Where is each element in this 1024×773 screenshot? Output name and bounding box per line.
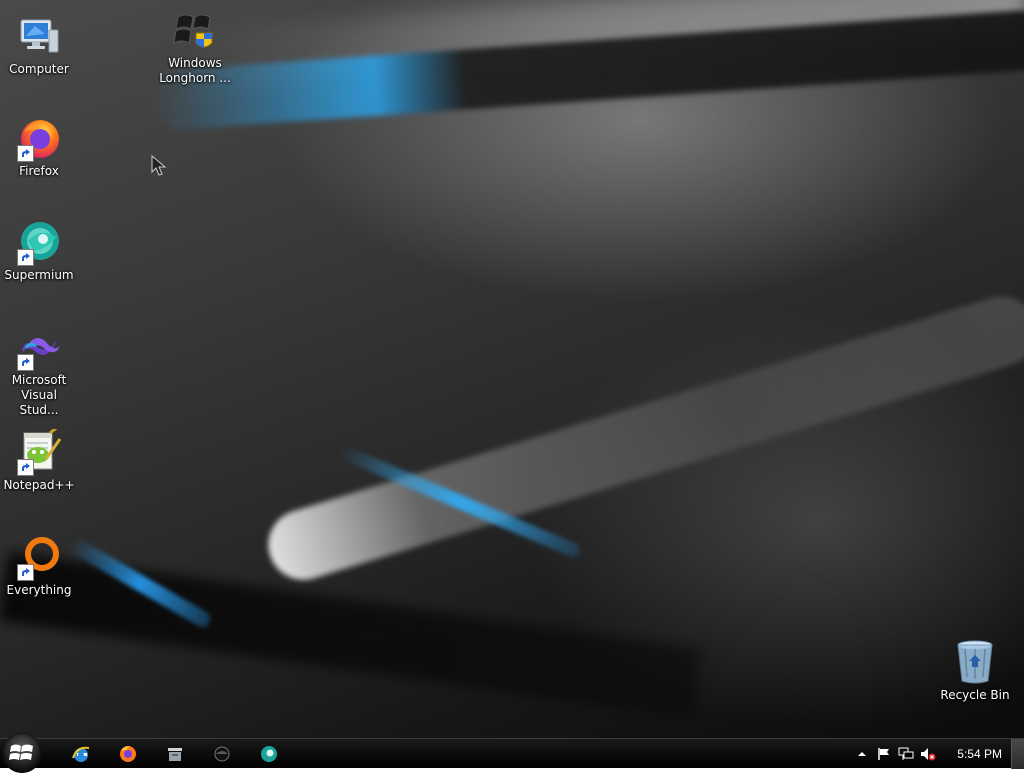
clock[interactable]: 5:54 PM (957, 747, 1002, 761)
show-desktop-button[interactable] (1011, 739, 1024, 769)
internet-explorer-icon (72, 746, 90, 762)
desktop-icon-windows-longhorn[interactable]: Windows Longhorn ... (156, 6, 234, 86)
visual-studio-icon (15, 323, 63, 371)
desktop-icon-everything[interactable]: Everything (0, 533, 78, 598)
desktop-icon-label: Supermium (4, 268, 74, 282)
shortcut-arrow-icon (17, 145, 34, 162)
shortcut-arrow-icon (17, 459, 34, 476)
desktop-background[interactable]: Computer Windows Longhorn ... Firefox Su… (0, 0, 1024, 738)
wallpaper-blue-streak-top (149, 8, 1024, 132)
start-button[interactable] (2, 733, 42, 773)
shortcut-arrow-icon (17, 354, 34, 371)
notepadpp-icon (15, 428, 63, 476)
media-player-icon (214, 746, 230, 762)
taskbar-firefox[interactable] (113, 742, 143, 766)
wallpaper-highlight (178, 0, 1024, 90)
taskbar-media-player[interactable] (207, 742, 237, 766)
supermium-icon (15, 218, 63, 266)
computer-icon (15, 12, 63, 60)
taskbar-supermium[interactable] (254, 742, 284, 766)
desktop-icon-visual-studio[interactable]: Microsoft Visual Stud... (0, 323, 78, 418)
network-icon[interactable] (898, 746, 914, 762)
desktop-icon-recycle-bin[interactable]: Recycle Bin (936, 638, 1014, 703)
desktop-icon-computer[interactable]: Computer (0, 12, 78, 77)
windows-start-orb (9, 744, 33, 760)
taskbar-file-explorer[interactable] (160, 742, 190, 766)
shortcut-arrow-icon (17, 249, 34, 266)
desktop-icon-label: Firefox (19, 164, 59, 178)
file-explorer-icon (168, 748, 182, 761)
action-center-flag-icon[interactable] (876, 746, 892, 762)
desktop-icon-label: Everything (6, 583, 72, 597)
desktop-icon-firefox[interactable]: Firefox (0, 114, 78, 179)
desktop-icon-label: Windows Longhorn ... (159, 56, 231, 85)
desktop-icon-label: Computer (9, 62, 69, 76)
desktop-icon-label: Notepad++ (3, 478, 75, 492)
firefox-icon (15, 114, 63, 162)
wallpaper-blue-streak-left (66, 536, 214, 630)
wallpaper-blue-streak-center (337, 444, 583, 560)
taskbar-internet-explorer[interactable] (66, 742, 96, 766)
shortcut-arrow-icon (17, 564, 34, 581)
volume-muted-icon[interactable] (920, 746, 936, 762)
system-tray: 5:54 PM (851, 739, 1010, 769)
desktop-icon-label: Microsoft Visual Stud... (11, 373, 67, 417)
everything-icon (15, 533, 63, 581)
desktop-icon-label: Recycle Bin (940, 688, 1010, 702)
firefox-icon (120, 746, 136, 762)
show-hidden-icons-chevron[interactable] (854, 746, 870, 762)
taskbar: 5:54 PM (0, 733, 1024, 773)
desktop-icon-supermium[interactable]: Supermium (0, 218, 78, 283)
windows-logo-icon (171, 6, 219, 54)
mouse-cursor-icon (151, 155, 167, 176)
desktop-icon-notepadpp[interactable]: Notepad++ (0, 428, 78, 493)
wallpaper-shadow (0, 551, 702, 719)
recycle-bin-icon (951, 638, 999, 686)
supermium-icon (261, 746, 277, 762)
wallpaper-glass-bar (259, 287, 1024, 589)
